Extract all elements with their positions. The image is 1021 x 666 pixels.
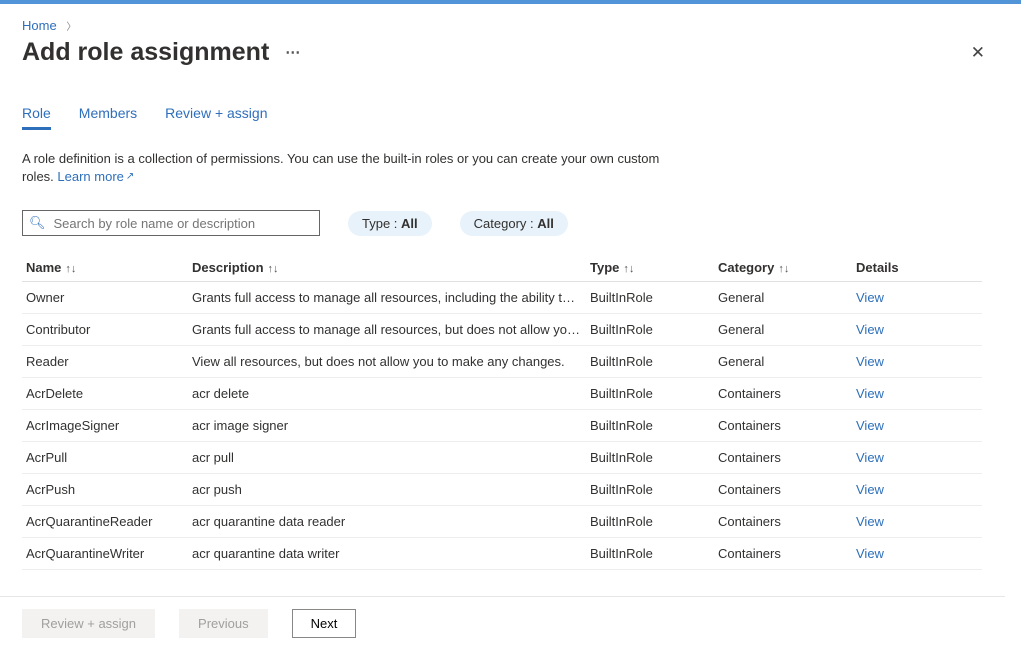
- table-row[interactable]: AcrQuarantineReaderacr quarantine data r…: [22, 506, 982, 538]
- view-link[interactable]: View: [856, 450, 884, 465]
- cell-type: BuiltInRole: [586, 410, 714, 442]
- cell-category: Containers: [714, 506, 852, 538]
- table-row[interactable]: AcrQuarantineWriteracr quarantine data w…: [22, 538, 982, 570]
- table-row[interactable]: ContributorGrants full access to manage …: [22, 314, 982, 346]
- cell-type: BuiltInRole: [586, 506, 714, 538]
- cell-type: BuiltInRole: [586, 314, 714, 346]
- review-assign-button: Review + assign: [22, 609, 155, 638]
- filter-type[interactable]: Type : All: [348, 211, 432, 236]
- cell-description: acr quarantine data reader: [188, 506, 586, 538]
- table-row[interactable]: ReaderView all resources, but does not a…: [22, 346, 982, 378]
- description-text: A role definition is a collection of per…: [22, 150, 662, 186]
- tab-review[interactable]: Review + assign: [165, 105, 267, 130]
- view-link[interactable]: View: [856, 386, 884, 401]
- col-details: Details: [852, 254, 982, 282]
- view-link[interactable]: View: [856, 418, 884, 433]
- cell-category: General: [714, 314, 852, 346]
- table-header-row: Name↑↓ Description↑↓ Type↑↓ Category↑↓ D…: [22, 254, 982, 282]
- filter-category[interactable]: Category : All: [460, 211, 568, 236]
- table-row[interactable]: AcrDeleteacr deleteBuiltInRoleContainers…: [22, 378, 982, 410]
- col-name[interactable]: Name↑↓: [22, 254, 188, 282]
- cell-type: BuiltInRole: [586, 474, 714, 506]
- cell-description: acr delete: [188, 378, 586, 410]
- breadcrumb: Home 〉: [22, 14, 999, 37]
- view-link[interactable]: View: [856, 354, 884, 369]
- sort-icon: ↑↓: [778, 263, 789, 275]
- cell-category: Containers: [714, 378, 852, 410]
- cell-category: Containers: [714, 538, 852, 570]
- sort-icon: ↑↓: [623, 263, 634, 275]
- cell-category: Containers: [714, 410, 852, 442]
- sort-icon: ↑↓: [268, 263, 279, 275]
- view-link[interactable]: View: [856, 322, 884, 337]
- footer-bar: Review + assign Previous Next: [0, 596, 1005, 650]
- table-row[interactable]: AcrPushacr pushBuiltInRoleContainers View: [22, 474, 982, 506]
- tabs: Role Members Review + assign: [22, 105, 999, 130]
- search-input[interactable]: [52, 215, 313, 232]
- view-link[interactable]: View: [856, 290, 884, 305]
- sort-icon: ↑↓: [65, 263, 76, 275]
- tab-members[interactable]: Members: [79, 105, 137, 130]
- view-link[interactable]: View: [856, 482, 884, 497]
- search-icon: 🔍︎: [29, 215, 46, 231]
- cell-category: General: [714, 346, 852, 378]
- cell-category: Containers: [714, 474, 852, 506]
- cell-description: View all resources, but does not allow y…: [188, 346, 586, 378]
- cell-description: acr push: [188, 474, 586, 506]
- external-link-icon: ↗︎: [126, 171, 134, 182]
- table-row[interactable]: OwnerGrants full access to manage all re…: [22, 282, 982, 314]
- breadcrumb-home[interactable]: Home: [22, 18, 57, 33]
- cell-name: Owner: [22, 282, 188, 314]
- cell-category: Containers: [714, 442, 852, 474]
- cell-description: acr quarantine data writer: [188, 538, 586, 570]
- next-button[interactable]: Next: [292, 609, 357, 638]
- previous-button: Previous: [179, 609, 268, 638]
- cell-type: BuiltInRole: [586, 346, 714, 378]
- cell-category: General: [714, 282, 852, 314]
- cell-type: BuiltInRole: [586, 282, 714, 314]
- page-title: Add role assignment ⋯: [22, 38, 302, 67]
- cell-description: Grants full access to manage all resourc…: [188, 314, 586, 346]
- cell-name: AcrPush: [22, 474, 188, 506]
- more-actions-icon[interactable]: ⋯: [285, 43, 302, 61]
- search-input-wrapper[interactable]: 🔍︎: [22, 210, 320, 236]
- cell-description: Grants full access to manage all resourc…: [188, 282, 586, 314]
- cell-name: AcrPull: [22, 442, 188, 474]
- view-link[interactable]: View: [856, 546, 884, 561]
- cell-description: acr pull: [188, 442, 586, 474]
- table-row[interactable]: AcrPullacr pullBuiltInRoleContainers View: [22, 442, 982, 474]
- cell-name: AcrDelete: [22, 378, 188, 410]
- cell-name: AcrQuarantineWriter: [22, 538, 188, 570]
- cell-description: acr image signer: [188, 410, 586, 442]
- cell-name: Contributor: [22, 314, 188, 346]
- cell-type: BuiltInRole: [586, 442, 714, 474]
- learn-more-link[interactable]: Learn more↗︎: [57, 169, 132, 184]
- cell-type: BuiltInRole: [586, 378, 714, 410]
- cell-name: AcrQuarantineReader: [22, 506, 188, 538]
- col-type[interactable]: Type↑↓: [586, 254, 714, 282]
- cell-name: AcrImageSigner: [22, 410, 188, 442]
- tab-role[interactable]: Role: [22, 105, 51, 130]
- view-link[interactable]: View: [856, 514, 884, 529]
- chevron-right-icon: 〉: [60, 22, 76, 33]
- roles-table: Name↑↓ Description↑↓ Type↑↓ Category↑↓ D…: [22, 254, 982, 570]
- table-row[interactable]: AcrImageSigneracr image signerBuiltInRol…: [22, 410, 982, 442]
- col-description[interactable]: Description↑↓: [188, 254, 586, 282]
- cell-type: BuiltInRole: [586, 538, 714, 570]
- cell-name: Reader: [22, 346, 188, 378]
- close-icon[interactable]: ✕: [965, 37, 991, 69]
- col-category[interactable]: Category↑↓: [714, 254, 852, 282]
